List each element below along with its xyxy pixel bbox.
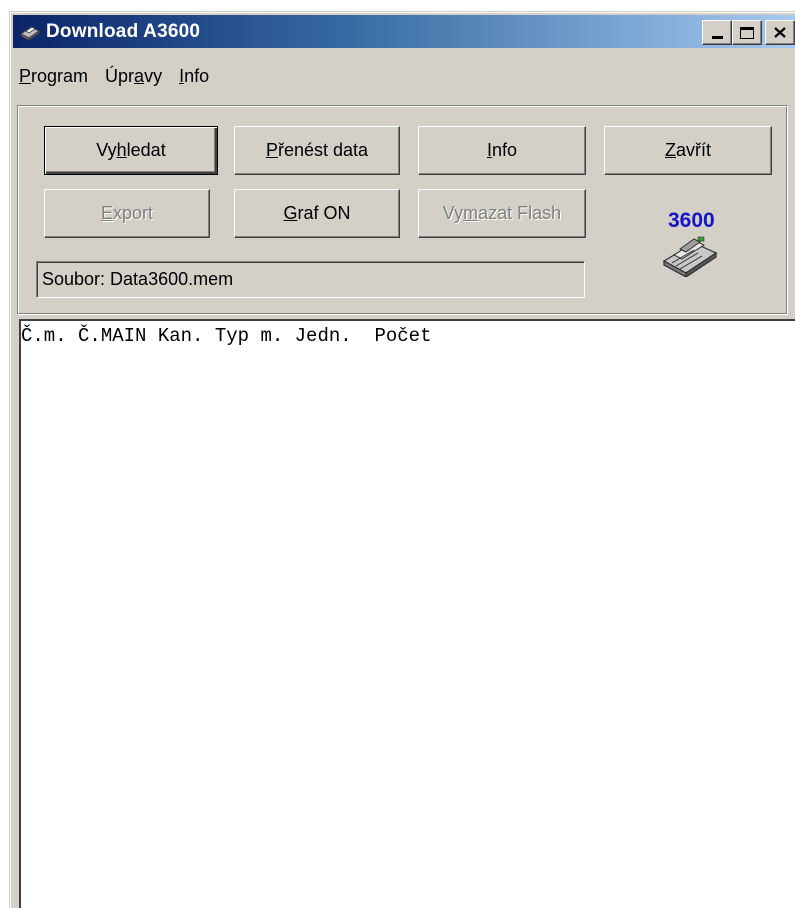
zavrit-label: avřít [675, 140, 711, 160]
zavrit-accel: Z [664, 140, 676, 160]
menu-upravy-label-pre: Úpr [105, 65, 135, 86]
menu-bar: Program Úpravy Info [13, 63, 220, 89]
close-button[interactable] [765, 20, 795, 45]
device-logo: 3600 [646, 209, 736, 279]
export-label: xport [112, 203, 154, 223]
window-title: Download A3600 [46, 20, 201, 42]
menu-program-accel: P [19, 65, 32, 86]
export-button[interactable]: Export [44, 189, 210, 238]
graf-label: raf ON [297, 203, 351, 223]
device-icon [662, 236, 718, 277]
graf-on-button[interactable]: Graf ON [234, 189, 400, 238]
menu-info-label: nfo [184, 65, 210, 86]
minimize-button[interactable] [702, 20, 732, 45]
minimize-icon [711, 36, 723, 39]
title-bar[interactable]: Download A3600 [13, 15, 795, 48]
close-icon [774, 27, 786, 38]
vyhledat-label-post: ledat [126, 140, 166, 160]
export-accel: E [100, 203, 113, 223]
vymazat-accel: m [463, 203, 479, 223]
info-button[interactable]: Info [418, 126, 586, 175]
vyhledat-label-pre: Vy [96, 140, 117, 160]
menu-program-label: rogram [31, 65, 89, 86]
output-header: Č.m. Č.MAIN Kan. Typ m. Jedn. Počet [21, 325, 432, 347]
printer-icon [17, 21, 43, 43]
graf-accel: G [283, 203, 298, 223]
menu-program[interactable]: Program [13, 66, 99, 87]
menu-upravy-accel: a [134, 65, 145, 86]
info-label: nfo [491, 140, 518, 160]
logo-text: 3600 [668, 209, 715, 232]
menu-upravy[interactable]: Úpravy [99, 66, 173, 87]
zavrit-button[interactable]: Zavřít [604, 126, 772, 175]
prenest-label: řenést data [277, 140, 369, 160]
vyhledat-accel: h [116, 140, 127, 160]
vymazat-label-post: azat Flash [478, 203, 562, 223]
vymazat-label-pre: Vy [442, 203, 464, 223]
output-area[interactable]: Č.m. Č.MAIN Kan. Typ m. Jedn. Počet [19, 319, 795, 908]
menu-upravy-label-post: vy [144, 65, 163, 86]
prenest-data-button[interactable]: Přenést data [234, 126, 400, 175]
prenest-accel: P [265, 140, 278, 160]
vymazat-flash-button[interactable]: Vy m azat Flash [418, 189, 586, 238]
menu-info[interactable]: Info [173, 66, 220, 87]
vyhledat-button[interactable]: Vy h ledat [44, 126, 218, 175]
maximize-icon [740, 26, 754, 39]
file-status-field: Soubor: Data3600.mem [36, 261, 585, 298]
maximize-button[interactable] [732, 20, 762, 45]
caption-buttons [702, 20, 795, 45]
